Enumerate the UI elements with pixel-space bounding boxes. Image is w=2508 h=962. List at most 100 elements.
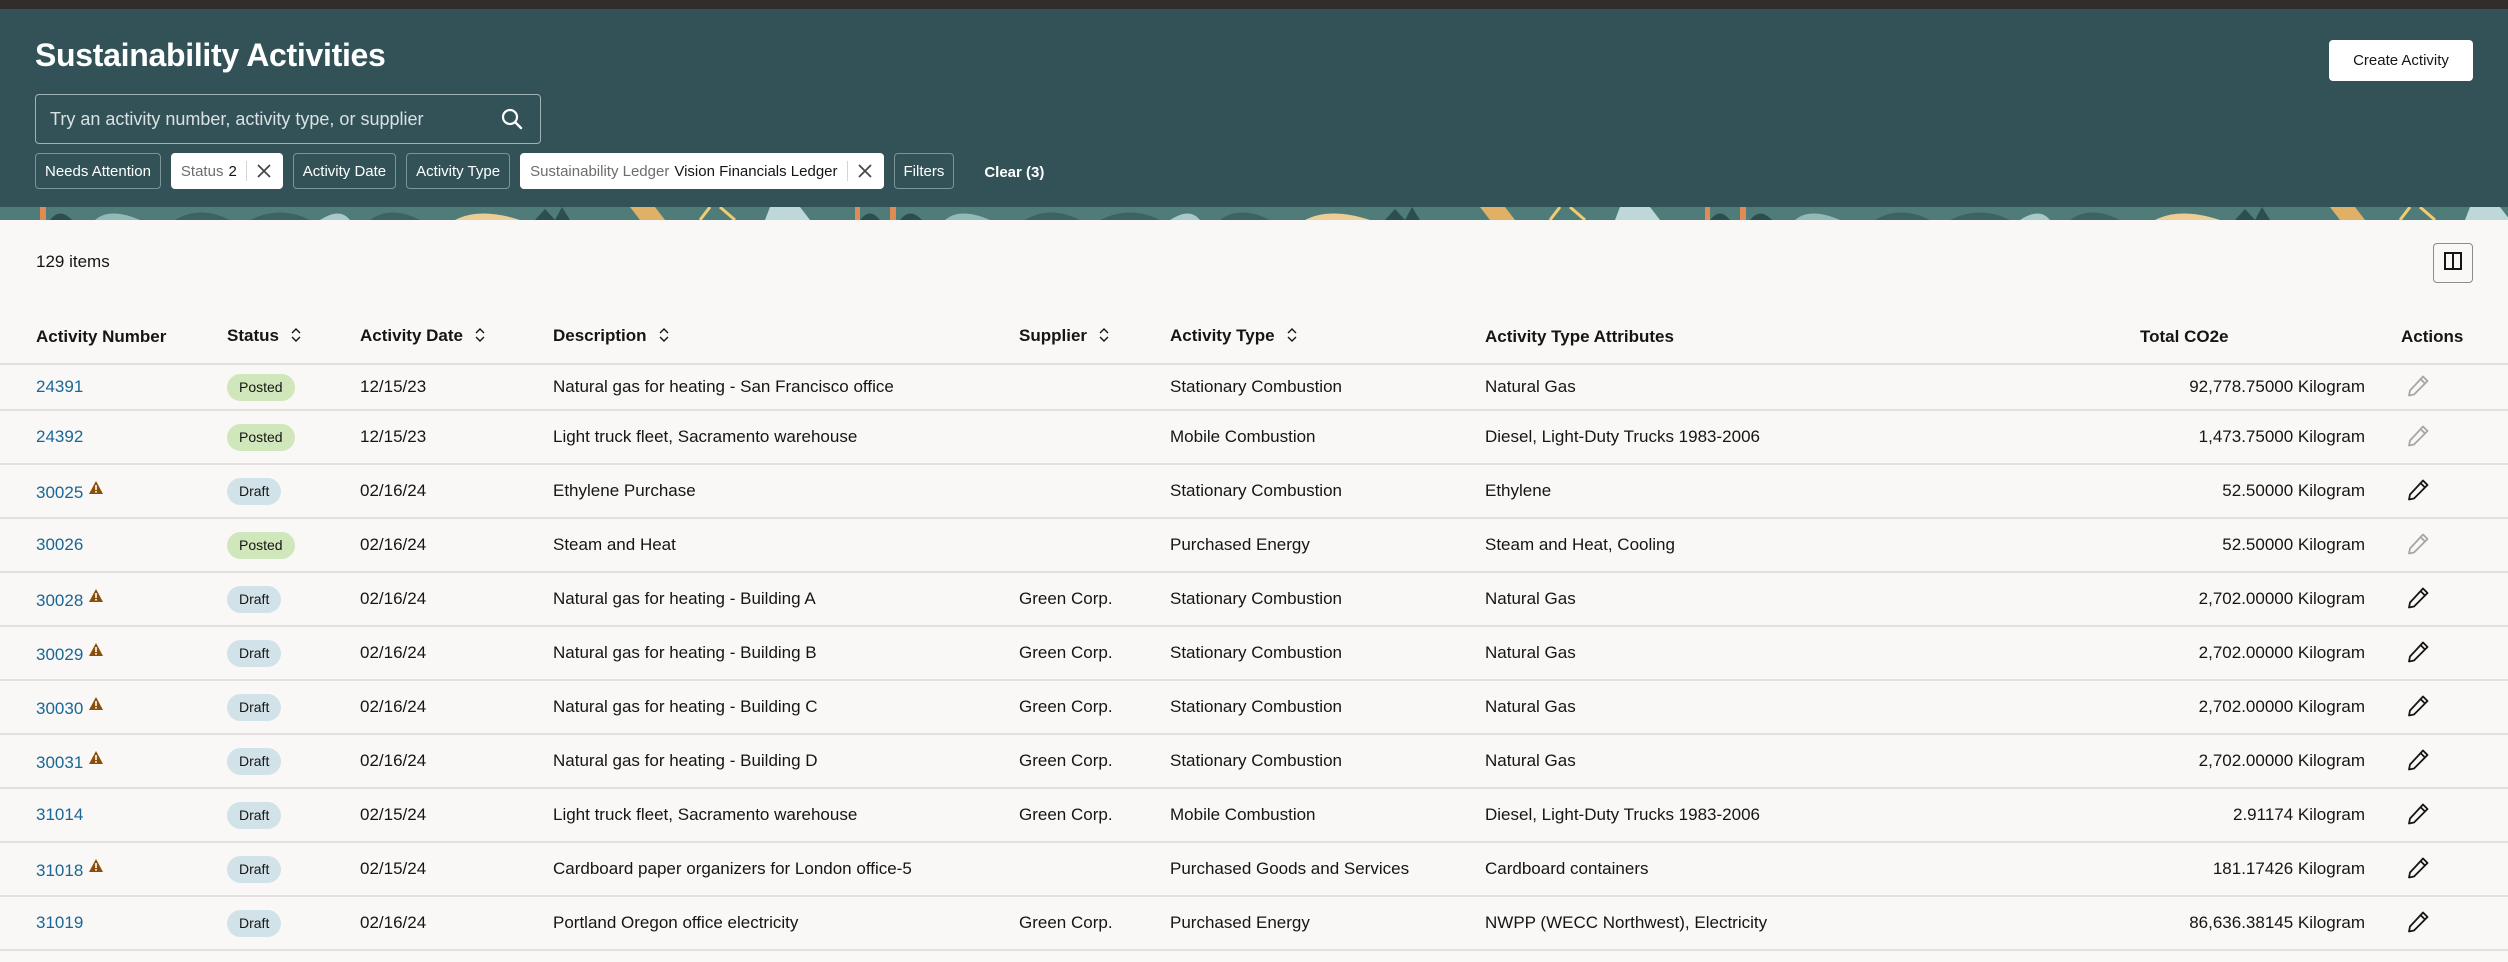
table-row[interactable]: 30026 Posted 02/16/24 Steam and Heat Pur…	[0, 517, 2508, 572]
activity-number-link[interactable]: 30029	[36, 645, 83, 664]
cell-activity-date: 02/16/24	[360, 895, 553, 951]
table-row[interactable]: 30029 Draft 02/16/24 Natural gas for hea…	[0, 625, 2508, 680]
cell-status: Draft	[227, 895, 360, 951]
cell-activity-type-attributes: Diesel, Light-Duty Trucks 1983-2006	[1485, 787, 1985, 842]
cell-activity-type-attributes: Natural Gas	[1485, 625, 1985, 680]
top-bar	[0, 0, 2508, 9]
cell-total-co2e: 86,636.38145 Kilogram	[1985, 895, 2365, 951]
activity-number-link[interactable]: 24392	[36, 427, 83, 446]
activity-number-link[interactable]: 31018	[36, 861, 83, 880]
filter-value: 2	[228, 162, 237, 180]
edit-icon-disabled[interactable]	[2403, 421, 2433, 451]
cell-status: Draft	[227, 463, 360, 518]
table-row[interactable]: 30028 Draft 02/16/24 Natural gas for hea…	[0, 571, 2508, 626]
cell-actions	[2365, 733, 2508, 788]
column-label: Status	[227, 326, 279, 346]
cell-activity-type: Mobile Combustion	[1170, 409, 1485, 464]
cell-total-co2e: 2,702.00000 Kilogram	[1985, 625, 2365, 680]
filter-status[interactable]: Status 2	[170, 153, 283, 189]
sort-icon[interactable]	[291, 327, 301, 347]
filter-needs-attention[interactable]: Needs Attention	[35, 153, 161, 189]
cell-supplier	[1019, 517, 1170, 572]
cell-activity-number: 30030	[0, 679, 227, 734]
edit-icon[interactable]	[2403, 475, 2433, 505]
column-label: Activity Type	[1170, 326, 1275, 346]
activity-number-link[interactable]: 30031	[36, 753, 83, 772]
column-toggle-button[interactable]	[2433, 243, 2473, 283]
cell-total-co2e: 2,702.00000 Kilogram	[1985, 733, 2365, 788]
cell-actions	[2365, 679, 2508, 734]
edit-icon[interactable]	[2403, 907, 2433, 937]
activity-number-link[interactable]: 24391	[36, 377, 83, 396]
activity-number-link[interactable]: 30030	[36, 699, 83, 718]
create-activity-button[interactable]: Create Activity	[2329, 40, 2473, 81]
filters-button[interactable]: Filters	[893, 153, 955, 189]
remove-filter-icon[interactable]	[856, 162, 874, 180]
activity-number-link[interactable]: 30026	[36, 535, 83, 554]
sort-icon[interactable]	[659, 327, 669, 347]
table-row[interactable]: 24391 Posted 12/15/23 Natural gas for he…	[0, 363, 2508, 410]
cell-activity-date: 12/15/23	[360, 363, 553, 410]
column-header-activity-date[interactable]: Activity Date	[360, 310, 553, 364]
divider	[245, 161, 247, 181]
edit-icon-disabled[interactable]	[2403, 371, 2433, 401]
column-header-description[interactable]: Description	[553, 310, 1019, 364]
cell-supplier: Green Corp.	[1019, 895, 1170, 951]
table-row[interactable]: 31018 Draft 02/15/24 Cardboard paper org…	[0, 841, 2508, 896]
cell-actions	[2365, 625, 2508, 680]
cell-activity-type: Stationary Combustion	[1170, 625, 1485, 680]
table-row[interactable]: 31014 Draft 02/15/24 Light truck fleet, …	[0, 787, 2508, 842]
activity-number-link[interactable]: 30025	[36, 483, 83, 502]
activity-number-link[interactable]: 31014	[36, 805, 83, 824]
cell-activity-type-attributes: Diesel, Light-Duty Trucks 1983-2006	[1485, 409, 1985, 464]
remove-filter-icon[interactable]	[255, 162, 273, 180]
filter-activity-type[interactable]: Activity Type	[406, 153, 511, 189]
edit-icon-disabled[interactable]	[2403, 529, 2433, 559]
edit-icon[interactable]	[2403, 853, 2433, 883]
activity-number-link[interactable]: 31019	[36, 913, 83, 932]
clear-filters-link[interactable]: Clear (3)	[984, 164, 1044, 181]
table-row[interactable]: 30025 Draft 02/16/24 Ethylene Purchase S…	[0, 463, 2508, 518]
cell-total-co2e: 2,702.00000 Kilogram	[1985, 679, 2365, 734]
edit-icon[interactable]	[2403, 799, 2433, 829]
cell-total-co2e: 2,702.00000 Kilogram	[1985, 571, 2365, 626]
cell-supplier	[1019, 409, 1170, 464]
table-row[interactable]: 30031 Draft 02/16/24 Natural gas for hea…	[0, 733, 2508, 788]
cell-actions	[2365, 363, 2508, 410]
sort-icon[interactable]	[475, 327, 485, 347]
search-field	[35, 94, 541, 144]
table-row[interactable]: 31019 Draft 02/16/24 Portland Oregon off…	[0, 895, 2508, 951]
warning-icon	[89, 479, 104, 499]
column-header-total-co2e: Total CO2e	[1985, 310, 2365, 364]
search-icon[interactable]	[492, 99, 532, 139]
cell-total-co2e: 1,473.75000 Kilogram	[1985, 409, 2365, 464]
filter-sustainability-ledger[interactable]: Sustainability Ledger Vision Financials …	[520, 153, 884, 189]
activity-number-link[interactable]: 30028	[36, 591, 83, 610]
edit-icon[interactable]	[2403, 637, 2433, 667]
table-row[interactable]: 30030 Draft 02/16/24 Natural gas for hea…	[0, 679, 2508, 734]
cell-activity-number: 30031	[0, 733, 227, 788]
sort-icon[interactable]	[1287, 327, 1297, 347]
filter-value: Vision Financials Ledger	[674, 162, 838, 180]
cell-actions	[2365, 841, 2508, 896]
filter-activity-date[interactable]: Activity Date	[292, 153, 397, 189]
edit-icon[interactable]	[2403, 691, 2433, 721]
edit-icon[interactable]	[2403, 745, 2433, 775]
column-header-supplier[interactable]: Supplier	[1019, 310, 1170, 364]
sort-icon[interactable]	[1099, 327, 1109, 347]
column-header-activity-type[interactable]: Activity Type	[1170, 310, 1485, 364]
cell-total-co2e: 52.50000 Kilogram	[1985, 517, 2365, 572]
cell-activity-date: 02/16/24	[360, 517, 553, 572]
status-badge: Draft	[227, 477, 282, 505]
column-header-status[interactable]: Status	[227, 310, 360, 364]
edit-icon[interactable]	[2403, 583, 2433, 613]
cell-activity-type: Stationary Combustion	[1170, 733, 1485, 788]
cell-status: Draft	[227, 733, 360, 788]
cell-description: Light truck fleet, Sacramento warehouse	[553, 787, 1019, 842]
cell-activity-type-attributes: Ethylene	[1485, 463, 1985, 518]
search-input[interactable]	[36, 108, 492, 130]
cell-description: Cardboard paper organizers for London of…	[553, 841, 1019, 896]
table-row[interactable]: 24392 Posted 12/15/23 Light truck fleet,…	[0, 409, 2508, 464]
cell-activity-date: 02/15/24	[360, 841, 553, 896]
cell-activity-type-attributes: Natural Gas	[1485, 679, 1985, 734]
